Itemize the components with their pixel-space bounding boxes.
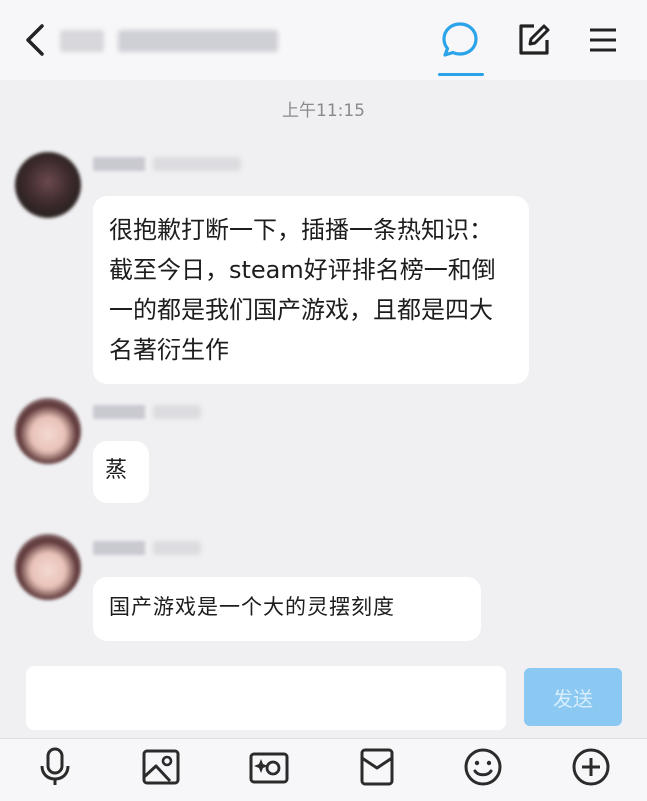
red-packet-icon[interactable]: [356, 746, 398, 788]
active-tab-indicator: [438, 73, 484, 76]
image-icon[interactable]: [140, 746, 182, 788]
sender-name-blur: [93, 156, 241, 172]
avatar[interactable]: [15, 534, 81, 600]
sender-name-blur: [93, 540, 201, 556]
back-icon[interactable]: [20, 22, 50, 58]
message-bubble: 国产游戏是一个大的灵摆刻度: [93, 577, 481, 641]
plus-icon[interactable]: [570, 746, 612, 788]
bottom-toolbar: [0, 738, 647, 801]
camera-icon[interactable]: [248, 746, 290, 788]
emoji-icon[interactable]: [462, 746, 504, 788]
send-button[interactable]: 发送: [524, 668, 622, 726]
message-bubble: 蒸: [93, 441, 149, 503]
message-bubble: 很抱歉打断一下，插播一条热知识：截至今日，steam好评排名榜一和倒一的都是我们…: [93, 196, 529, 384]
avatar[interactable]: [15, 152, 81, 218]
sender-name-blur: [93, 404, 201, 420]
title-text-blur: [118, 30, 278, 52]
message-timestamp: 上午11:15: [282, 101, 365, 121]
edit-icon[interactable]: [516, 22, 552, 58]
title-avatar-blur: [60, 30, 104, 52]
chat-title: [60, 28, 278, 54]
microphone-icon[interactable]: [34, 746, 76, 788]
menu-icon[interactable]: [588, 24, 618, 56]
avatar[interactable]: [15, 398, 81, 464]
chat-icon[interactable]: [440, 20, 480, 60]
message-input[interactable]: [26, 666, 506, 730]
